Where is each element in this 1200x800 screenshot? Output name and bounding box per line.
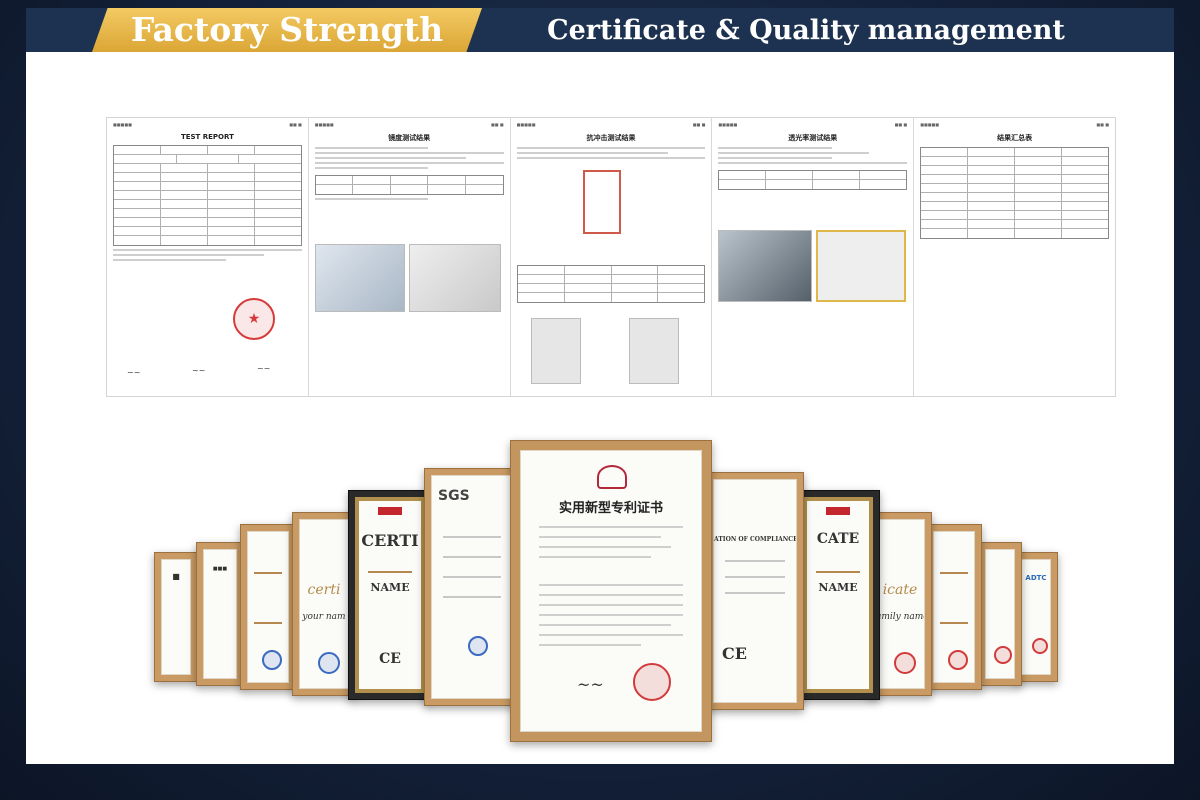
certificate-frame: ■■■ xyxy=(196,542,244,686)
certificate-frame xyxy=(978,542,1022,686)
certificate-name: NAME xyxy=(370,581,410,594)
certificate-heading: icate xyxy=(882,582,918,598)
certificate-frame: certi your nam xyxy=(292,512,356,696)
certificate-name: amily name xyxy=(876,612,925,622)
certificates-display: ■ ■■■ certi your nam CERTI NAME CE SGS A… xyxy=(0,0,1200,800)
certificate-frame: ■ xyxy=(154,552,198,682)
certificate-heading: ATION OF COMPLIANCE xyxy=(714,536,797,543)
patent-certificate-title: 实用新型专利证书 xyxy=(558,501,663,516)
certificate-name: your nam xyxy=(302,612,346,622)
official-seal xyxy=(633,663,671,701)
certificate-frame xyxy=(926,524,982,690)
certificate-heading: certi xyxy=(307,582,341,598)
certificate-frame: CERTI NAME CE xyxy=(348,490,432,700)
certificate-frame: SGS xyxy=(424,468,520,706)
certificate-name: NAME xyxy=(818,581,858,594)
certificate-heading: CATE xyxy=(816,531,860,547)
patent-certificate-frame: 实用新型专利证书 ~~ xyxy=(510,440,712,742)
adtc-logo: ADTC xyxy=(1025,574,1047,582)
patent-emblem-icon xyxy=(597,465,627,489)
ce-mark: CE xyxy=(722,644,747,663)
certificate-frame: CATE NAME xyxy=(796,490,880,700)
ce-mark: CE xyxy=(379,651,401,667)
certificate-frame: ATION OF COMPLIANCE CE xyxy=(706,472,804,710)
signature: ~~ xyxy=(577,675,604,694)
sgs-logo: SGS xyxy=(438,488,470,504)
certificate-frame xyxy=(240,524,296,690)
certificate-heading: CERTI xyxy=(361,531,419,550)
